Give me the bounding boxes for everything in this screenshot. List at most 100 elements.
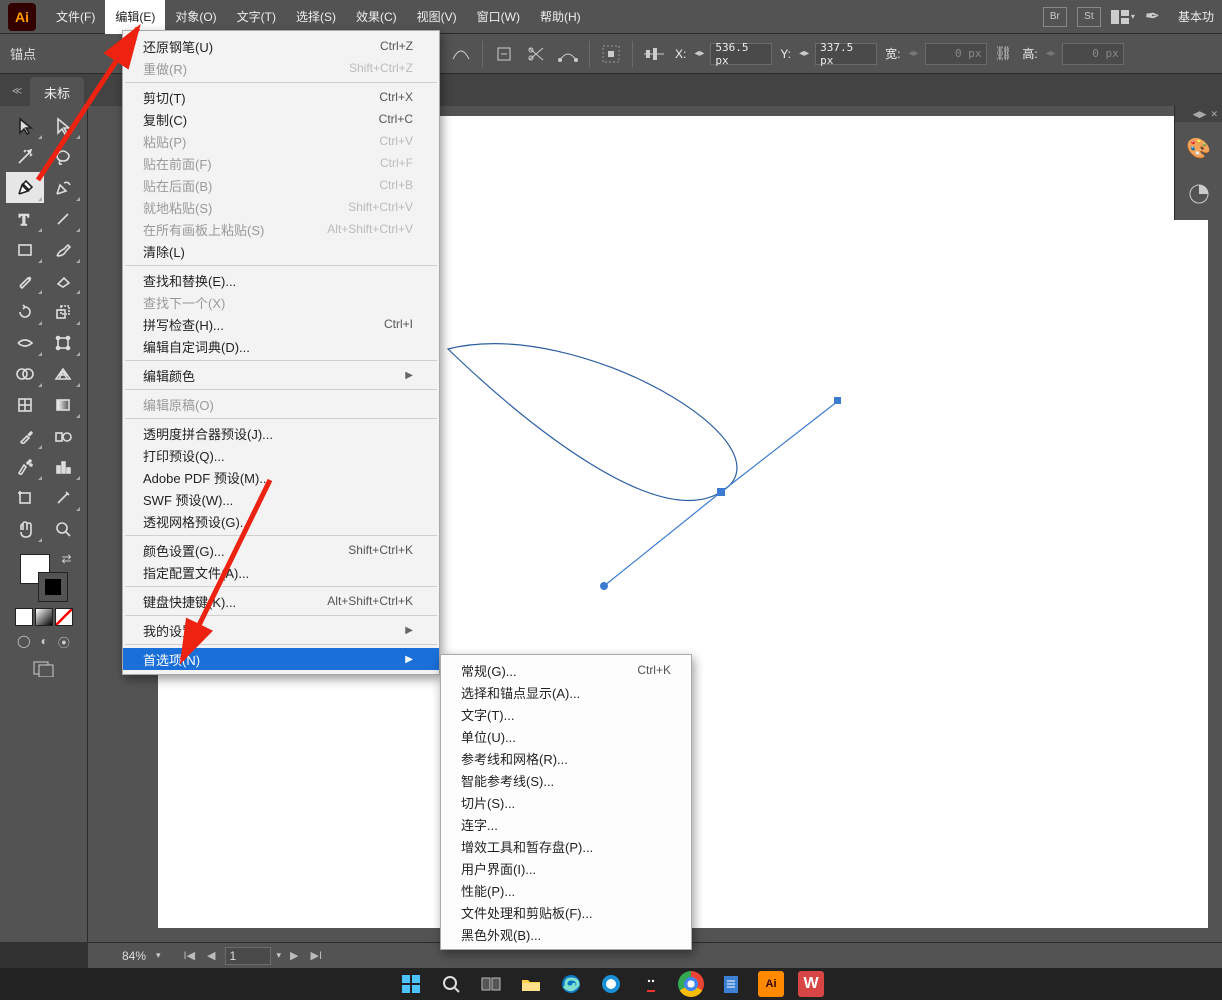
line-segment-tool[interactable]: [44, 203, 82, 234]
eyedropper-tool[interactable]: [6, 420, 44, 451]
qq-icon[interactable]: [638, 971, 664, 997]
shape-builder-tool[interactable]: [6, 358, 44, 389]
x-input[interactable]: 536.5 px: [710, 43, 772, 65]
next-artboard-button[interactable]: ▶: [287, 949, 301, 962]
connect-endpoints-icon[interactable]: [555, 41, 581, 67]
search-icon[interactable]: [438, 971, 464, 997]
convert-smooth-icon[interactable]: [448, 41, 474, 67]
workspace-switcher[interactable]: 基本功: [1170, 8, 1222, 25]
edit-menu-item[interactable]: 首选项(N)▶: [123, 648, 439, 670]
last-artboard-button[interactable]: ▶I: [308, 949, 326, 962]
menu-type[interactable]: 文字(T): [227, 0, 286, 34]
stroke-swatch[interactable]: [38, 572, 68, 602]
artboard-number-input[interactable]: 1: [225, 947, 271, 965]
gpu-brush-icon[interactable]: ✒: [1145, 6, 1160, 27]
screen-mode-icon[interactable]: [33, 661, 55, 680]
eraser-tool[interactable]: [44, 265, 82, 296]
edit-menu-item[interactable]: 剪切(T)Ctrl+X: [123, 86, 439, 108]
rotate-tool[interactable]: [6, 296, 44, 327]
first-artboard-button[interactable]: I◀: [181, 949, 199, 962]
artboard-tool[interactable]: [6, 482, 44, 513]
illustrator-taskbar-icon[interactable]: Ai: [758, 971, 784, 997]
remove-anchor-icon[interactable]: [491, 41, 517, 67]
edit-menu-item[interactable]: 还原钢笔(U)Ctrl+Z: [123, 35, 439, 57]
mesh-tool[interactable]: [6, 389, 44, 420]
menu-edit[interactable]: 编辑(E): [105, 0, 165, 34]
direct-selection-tool[interactable]: [44, 110, 82, 141]
dock-collapse-icon[interactable]: ◀▶: [1193, 109, 1207, 120]
rectangle-tool[interactable]: [6, 234, 44, 265]
edit-menu-item[interactable]: 查找和替换(E)...: [123, 269, 439, 291]
edit-menu-item[interactable]: SWF 预设(W)...: [123, 488, 439, 510]
prefs-submenu-item[interactable]: 单位(U)...: [441, 725, 691, 747]
edit-menu-item[interactable]: 编辑颜色▶: [123, 364, 439, 386]
prefs-submenu-item[interactable]: 选择和锚点显示(A)...: [441, 681, 691, 703]
cut-path-icon[interactable]: [523, 41, 549, 67]
menu-effect[interactable]: 效果(C): [346, 0, 407, 34]
edit-menu-item[interactable]: 透视网格预设(G)...: [123, 510, 439, 532]
isolate-icon[interactable]: [598, 41, 624, 67]
align-horizontal-icon[interactable]: [641, 41, 667, 67]
edit-menu-item[interactable]: 颜色设置(G)...Shift+Ctrl+K: [123, 539, 439, 561]
blend-tool[interactable]: [44, 420, 82, 451]
prev-artboard-button[interactable]: ◀: [204, 949, 218, 962]
prefs-submenu-item[interactable]: 文字(T)...: [441, 703, 691, 725]
draw-normal-icon[interactable]: ◯: [17, 634, 30, 651]
swap-fill-stroke-icon[interactable]: ⇄: [61, 552, 71, 566]
draw-behind-icon[interactable]: ◐: [41, 634, 48, 651]
gradient-tool[interactable]: [44, 389, 82, 420]
arrange-documents-icon[interactable]: ▾: [1111, 7, 1135, 27]
column-graph-tool[interactable]: [44, 451, 82, 482]
edit-menu-item[interactable]: 打印预设(Q)...: [123, 444, 439, 466]
prefs-submenu-item[interactable]: 增效工具和暂存盘(P)...: [441, 835, 691, 857]
pencil-tool[interactable]: [6, 265, 44, 296]
edit-menu-item[interactable]: 清除(L): [123, 240, 439, 262]
menu-help[interactable]: 帮助(H): [530, 0, 591, 34]
edit-menu-item[interactable]: 编辑自定词典(D)...: [123, 335, 439, 357]
paintbrush-tool[interactable]: [44, 234, 82, 265]
color-mode-solid[interactable]: [15, 608, 33, 626]
magic-wand-tool[interactable]: [6, 141, 44, 172]
menu-object[interactable]: 对象(O): [165, 0, 226, 34]
y-input[interactable]: 337.5 px: [815, 43, 877, 65]
zoom-tool[interactable]: [44, 513, 82, 544]
edit-menu-item[interactable]: 我的设置▶: [123, 619, 439, 641]
slice-tool[interactable]: [44, 482, 82, 513]
color-mode-gradient[interactable]: [35, 608, 53, 626]
menu-view[interactable]: 视图(V): [407, 0, 467, 34]
curvature-tool[interactable]: [44, 172, 82, 203]
edit-menu-item[interactable]: 键盘快捷键(K)...Alt+Shift+Ctrl+K: [123, 590, 439, 612]
swatches-panel-icon[interactable]: [1179, 174, 1219, 214]
perspective-grid-tool[interactable]: [44, 358, 82, 389]
type-tool[interactable]: T: [6, 203, 44, 234]
edit-menu-item[interactable]: 指定配置文件(A)...: [123, 561, 439, 583]
link-wh-icon[interactable]: ⛓: [995, 45, 1013, 62]
prefs-submenu-item[interactable]: 用户界面(I)...: [441, 857, 691, 879]
lasso-tool[interactable]: [44, 141, 82, 172]
edit-menu-item[interactable]: 拼写检查(H)...Ctrl+I: [123, 313, 439, 335]
free-transform-tool[interactable]: [44, 327, 82, 358]
start-button[interactable]: [398, 971, 424, 997]
edit-menu-item[interactable]: 复制(C)Ctrl+C: [123, 108, 439, 130]
task-view-icon[interactable]: [478, 971, 504, 997]
tab-chevron-icon[interactable]: ≪: [8, 84, 26, 98]
notes-icon[interactable]: [718, 971, 744, 997]
edit-menu-item[interactable]: 透明度拼合器预设(J)...: [123, 422, 439, 444]
prefs-submenu-item[interactable]: 性能(P)...: [441, 879, 691, 901]
menu-window[interactable]: 窗口(W): [467, 0, 530, 34]
prefs-submenu-item[interactable]: 智能参考线(S)...: [441, 769, 691, 791]
prefs-submenu-item[interactable]: 文件处理和剪贴板(F)...: [441, 901, 691, 923]
prefs-submenu-item[interactable]: 常规(G)...Ctrl+K: [441, 659, 691, 681]
pen-tool[interactable]: [6, 172, 44, 203]
selection-tool[interactable]: [6, 110, 44, 141]
prefs-submenu-item[interactable]: 连字...: [441, 813, 691, 835]
hand-tool[interactable]: [6, 513, 44, 544]
menu-file[interactable]: 文件(F): [46, 0, 105, 34]
bridge-icon[interactable]: Br: [1043, 7, 1067, 27]
color-mode-none[interactable]: [55, 608, 73, 626]
edge-icon[interactable]: [558, 971, 584, 997]
menu-select[interactable]: 选择(S): [286, 0, 346, 34]
color-swatches[interactable]: ⇄: [16, 552, 72, 604]
prefs-submenu-item[interactable]: 黑色外观(B)...: [441, 923, 691, 945]
zoom-dropdown-icon[interactable]: ▾: [156, 950, 161, 961]
